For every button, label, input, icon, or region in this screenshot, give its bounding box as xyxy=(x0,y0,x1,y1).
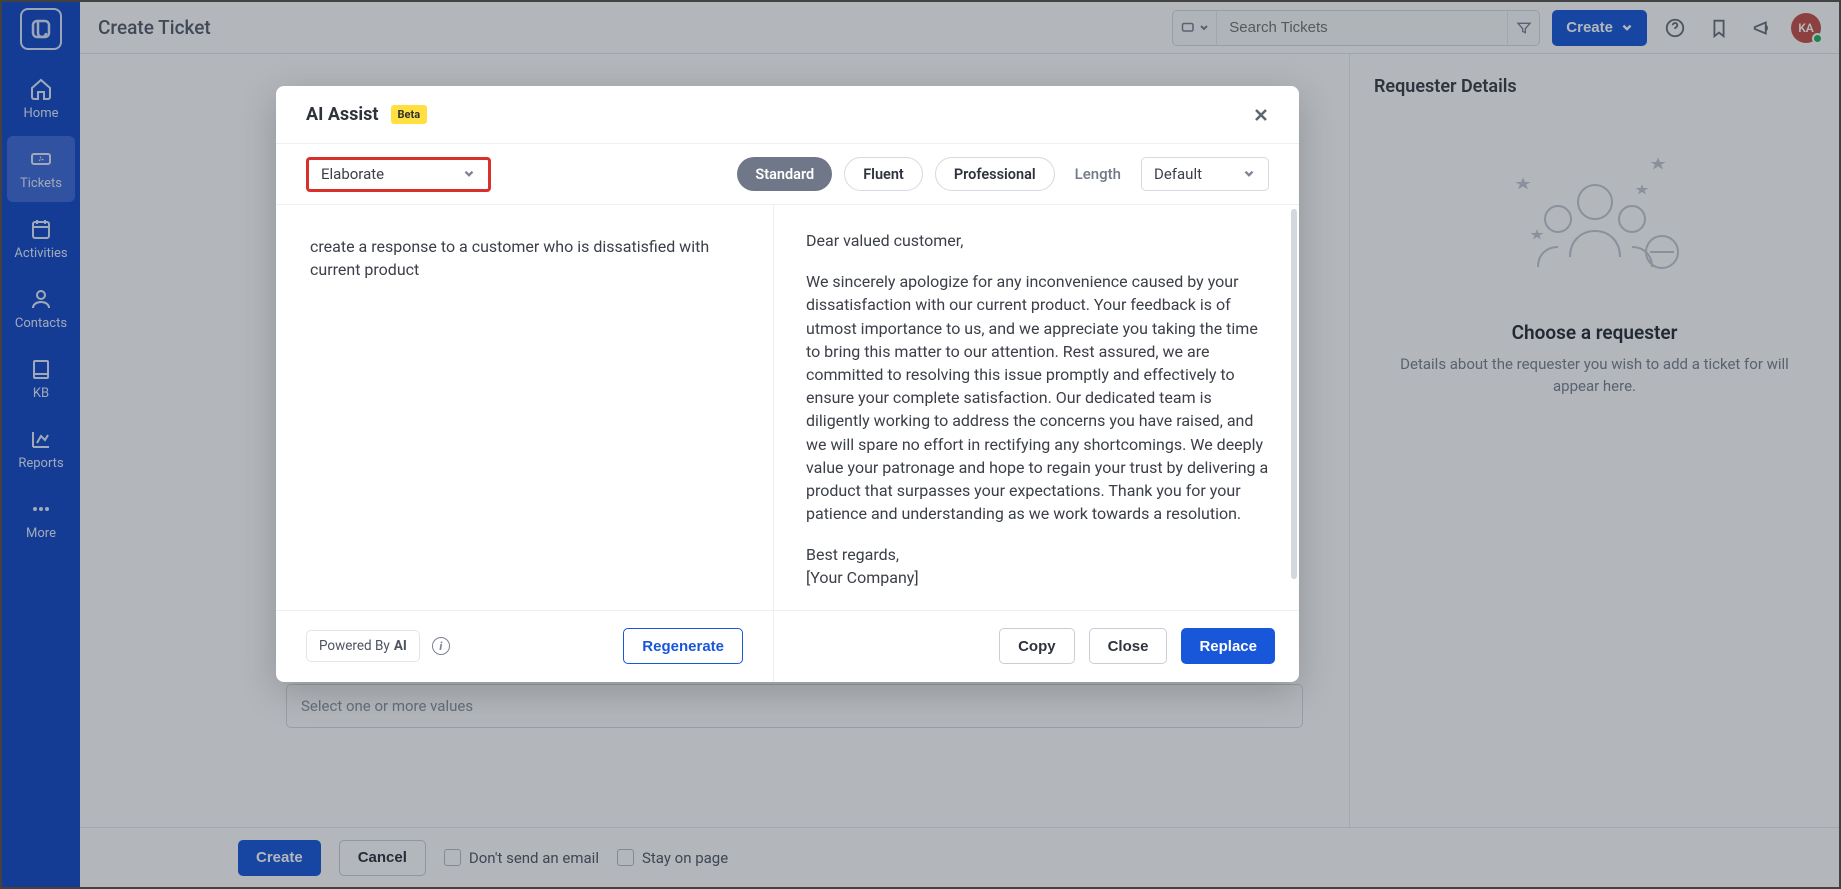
length-label: Length xyxy=(1075,165,1121,183)
tone-standard[interactable]: Standard xyxy=(737,157,832,191)
chevron-down-icon xyxy=(1242,167,1256,181)
info-icon[interactable]: i xyxy=(432,637,450,655)
modal-title: AI Assist xyxy=(306,104,379,125)
modal-toolbar: Elaborate Standard Fluent Professional L… xyxy=(276,144,1299,204)
mode-select[interactable]: Elaborate xyxy=(306,157,491,192)
replace-label: Replace xyxy=(1199,638,1257,655)
modal-header: AI Assist Beta xyxy=(276,86,1299,144)
close-button[interactable]: Close xyxy=(1089,628,1168,664)
tone-group: Standard Fluent Professional xyxy=(737,157,1054,191)
length-select[interactable]: Default xyxy=(1141,157,1269,191)
response-body: We sincerely apologize for any inconveni… xyxy=(806,270,1271,525)
chevron-down-icon xyxy=(462,167,476,181)
copy-button[interactable]: Copy xyxy=(999,628,1075,664)
response-pane: Dear valued customer, We sincerely apolo… xyxy=(774,205,1299,610)
prompt-text: create a response to a customer who is d… xyxy=(310,235,739,281)
replace-button[interactable]: Replace xyxy=(1181,628,1275,664)
ai-assist-modal: AI Assist Beta Elaborate Standard Fluent… xyxy=(276,86,1299,682)
modal-close-button[interactable] xyxy=(1247,101,1275,129)
beta-badge: Beta xyxy=(391,105,428,124)
prompt-pane[interactable]: create a response to a customer who is d… xyxy=(276,205,774,610)
scrollbar-thumb[interactable] xyxy=(1291,209,1297,579)
powered-suffix: AI xyxy=(394,638,407,654)
powered-by-badge: Powered By AI xyxy=(306,630,420,662)
regenerate-button[interactable]: Regenerate xyxy=(623,628,743,664)
mode-select-value: Elaborate xyxy=(321,165,384,183)
powered-prefix: Powered By xyxy=(319,638,390,654)
response-company: [Your Company] xyxy=(806,566,1271,589)
tone-professional[interactable]: Professional xyxy=(935,157,1055,191)
tone-fluent[interactable]: Fluent xyxy=(844,157,923,191)
close-icon xyxy=(1252,106,1270,124)
length-select-value: Default xyxy=(1154,165,1202,183)
response-greeting: Dear valued customer, xyxy=(806,229,1271,252)
response-signoff: Best regards, xyxy=(806,543,1271,566)
